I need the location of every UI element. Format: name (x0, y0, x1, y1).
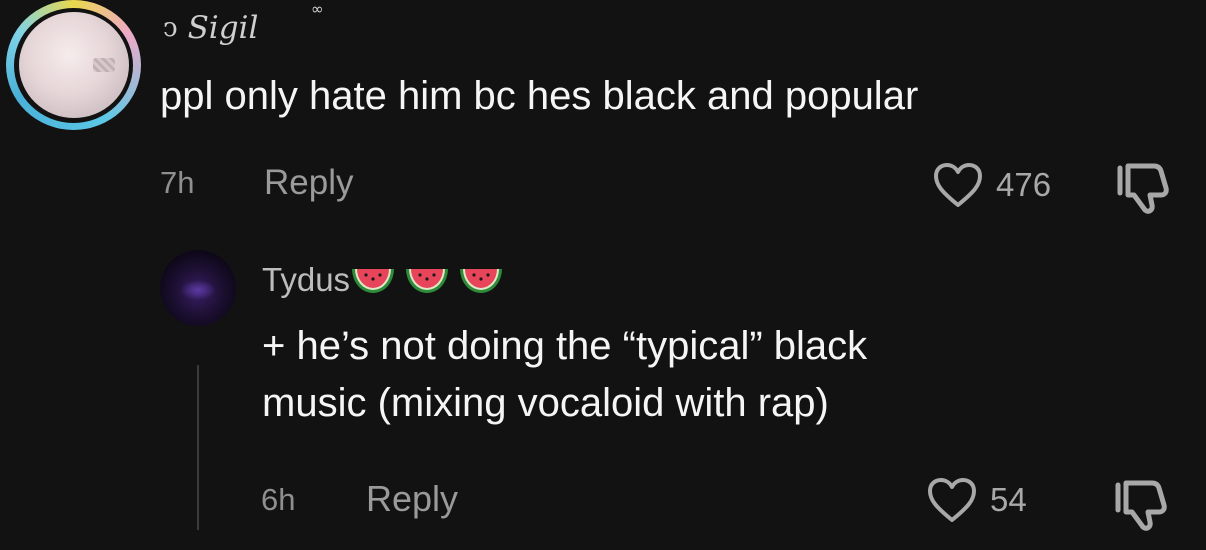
reply-dislike-button[interactable] (1112, 475, 1174, 538)
comment-like-count: 476 (996, 166, 1052, 203)
avatar-image (18, 12, 129, 118)
comment-timestamp: 7h (160, 165, 195, 200)
watermelon-icon (352, 269, 395, 293)
comment-username[interactable]: ↄ Sigil (163, 8, 258, 48)
comment-reply-button[interactable]: Reply (264, 163, 353, 203)
comment-dislike-button[interactable] (1114, 158, 1176, 221)
thumbs-down-outline-icon (1115, 480, 1167, 531)
comment-username-label: Sigil (187, 10, 259, 46)
heart-outline-icon (928, 478, 976, 522)
thumbs-down-outline-icon (1117, 163, 1169, 214)
watermelon-icon (406, 269, 449, 293)
comment-text: ppl only hate him bc hes black and popul… (160, 74, 919, 118)
reply-like-button[interactable]: 54 (926, 476, 1027, 524)
username-prefix-glyph: ↄ (163, 13, 178, 43)
avatar-sigil[interactable] (6, 0, 141, 130)
avatar-story-ring (14, 7, 133, 123)
reply-text-line: + he’s not doing the “typical” black (262, 324, 868, 368)
reply-text-line: music (mixing vocaloid with rap) (262, 381, 829, 425)
reply-reply-button[interactable]: Reply (366, 478, 458, 520)
comment-thread: ↄ Sigil ∞ ppl only hate him bc hes black… (0, 0, 1206, 550)
avatar-tydus[interactable] (160, 250, 236, 326)
heart-outline-icon (934, 163, 982, 207)
reply-username-label: Tydus (262, 261, 351, 298)
reply-like-count: 54 (990, 481, 1027, 518)
reply-thread-line (197, 365, 199, 530)
reply-text: + he’s not doing the “typical” black mus… (262, 318, 867, 432)
reply-timestamp: 6h (261, 482, 296, 517)
infinity-badge-icon: ∞ (311, 0, 324, 18)
comment-like-button[interactable]: 476 (932, 161, 1051, 209)
watermelon-icon (460, 269, 503, 293)
reply-username[interactable]: Tydus (262, 258, 504, 302)
